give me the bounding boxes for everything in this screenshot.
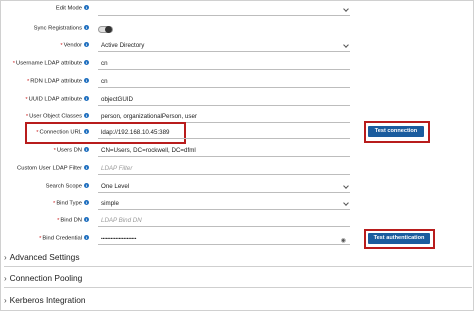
user-object-classes-label: *User Object Classes i (25, 113, 89, 120)
chevron-right-icon: › (4, 274, 7, 283)
row-custom-filter: Custom User LDAP Filter i LDAP Filter (1, 163, 474, 179)
info-icon: i (84, 60, 89, 65)
vendor-select[interactable]: Active Directory (98, 40, 350, 52)
bind-type-label: *Bind Type i (53, 200, 89, 207)
sync-registrations-toggle[interactable] (98, 26, 113, 33)
row-uuid-attr: *UUID LDAP attribute i objectGUID (1, 94, 474, 110)
uuid-attr-input[interactable]: objectGUID (98, 94, 350, 106)
search-scope-select[interactable]: One Level (98, 181, 350, 193)
section-connection-pooling[interactable]: › Connection Pooling (4, 268, 472, 288)
chevron-down-icon (343, 6, 349, 12)
username-attr-label: *Username LDAP attribute i (12, 60, 89, 67)
row-sync-registrations: Sync Registrations i (1, 23, 474, 39)
chevron-down-icon (343, 42, 349, 48)
search-scope-label: Search Scope i (45, 183, 89, 190)
eye-icon[interactable]: ◉ (341, 235, 346, 244)
uuid-attr-label: *UUID LDAP attribute i (25, 96, 89, 103)
bind-credential-input[interactable]: •••••••••••••••••••••• ◉ (98, 233, 350, 245)
info-icon: i (84, 129, 89, 134)
row-bind-type: *Bind Type i simple (1, 198, 474, 214)
edit-mode-select[interactable] (98, 4, 350, 16)
toggle-knob (105, 26, 112, 33)
info-icon: i (84, 165, 89, 170)
info-icon: i (84, 217, 89, 222)
users-dn-label: *Users DN i (53, 147, 89, 154)
row-users-dn: *Users DN i CN=Users, DC=rockwell, DC=dfm… (1, 145, 474, 161)
bind-type-select[interactable]: simple (98, 198, 350, 210)
info-icon: i (84, 25, 89, 30)
custom-filter-input[interactable]: LDAP Filter (98, 163, 350, 175)
test-authentication-button[interactable]: Test authentication (368, 233, 430, 244)
row-edit-mode: Edit Mode i (1, 3, 474, 19)
info-icon: i (84, 235, 89, 240)
custom-filter-label: Custom User LDAP Filter i (17, 165, 89, 172)
info-icon: i (84, 5, 89, 10)
username-attr-input[interactable]: cn (98, 58, 350, 70)
bind-credential-label: *Bind Credential i (39, 235, 89, 242)
users-dn-input[interactable]: CN=Users, DC=rockwell, DC=dfml (98, 145, 350, 157)
chevron-right-icon: › (4, 253, 7, 262)
chevron-right-icon: › (4, 296, 7, 305)
ldap-settings-form: Edit Mode i Sync Registrations i *Vendor i … (0, 0, 474, 311)
bind-dn-label: *Bind DN i (57, 217, 89, 224)
row-username-attr: *Username LDAP attribute i cn (1, 58, 474, 74)
bind-dn-input[interactable]: LDAP Bind DN (98, 215, 350, 227)
info-icon: i (84, 96, 89, 101)
sync-registrations-label: Sync Registrations i (33, 25, 89, 32)
connection-url-input[interactable]: ldap://192.168.10.45:389 (98, 127, 350, 139)
vendor-label: *Vendor i (60, 42, 89, 49)
info-icon: i (84, 113, 89, 118)
row-vendor: *Vendor i Active Directory (1, 40, 474, 56)
edit-mode-label: Edit Mode i (55, 5, 89, 12)
section-kerberos-integration[interactable]: › Kerberos Integration (4, 290, 472, 310)
test-connection-button[interactable]: Test connection (368, 126, 424, 137)
chevron-down-icon (343, 200, 349, 206)
info-icon: i (84, 42, 89, 47)
info-icon: i (84, 147, 89, 152)
info-icon: i (84, 183, 89, 188)
connection-url-label: *Connection URL i (36, 129, 89, 136)
section-advanced-settings[interactable]: › Advanced Settings (4, 247, 472, 267)
row-search-scope: Search Scope i One Level (1, 181, 474, 197)
rdn-attr-input[interactable]: cn (98, 76, 350, 88)
info-icon: i (84, 200, 89, 205)
chevron-down-icon (343, 183, 349, 189)
rdn-attr-label: *RDN LDAP attribute i (26, 78, 89, 85)
row-rdn-attr: *RDN LDAP attribute i cn (1, 76, 474, 92)
info-icon: i (84, 78, 89, 83)
